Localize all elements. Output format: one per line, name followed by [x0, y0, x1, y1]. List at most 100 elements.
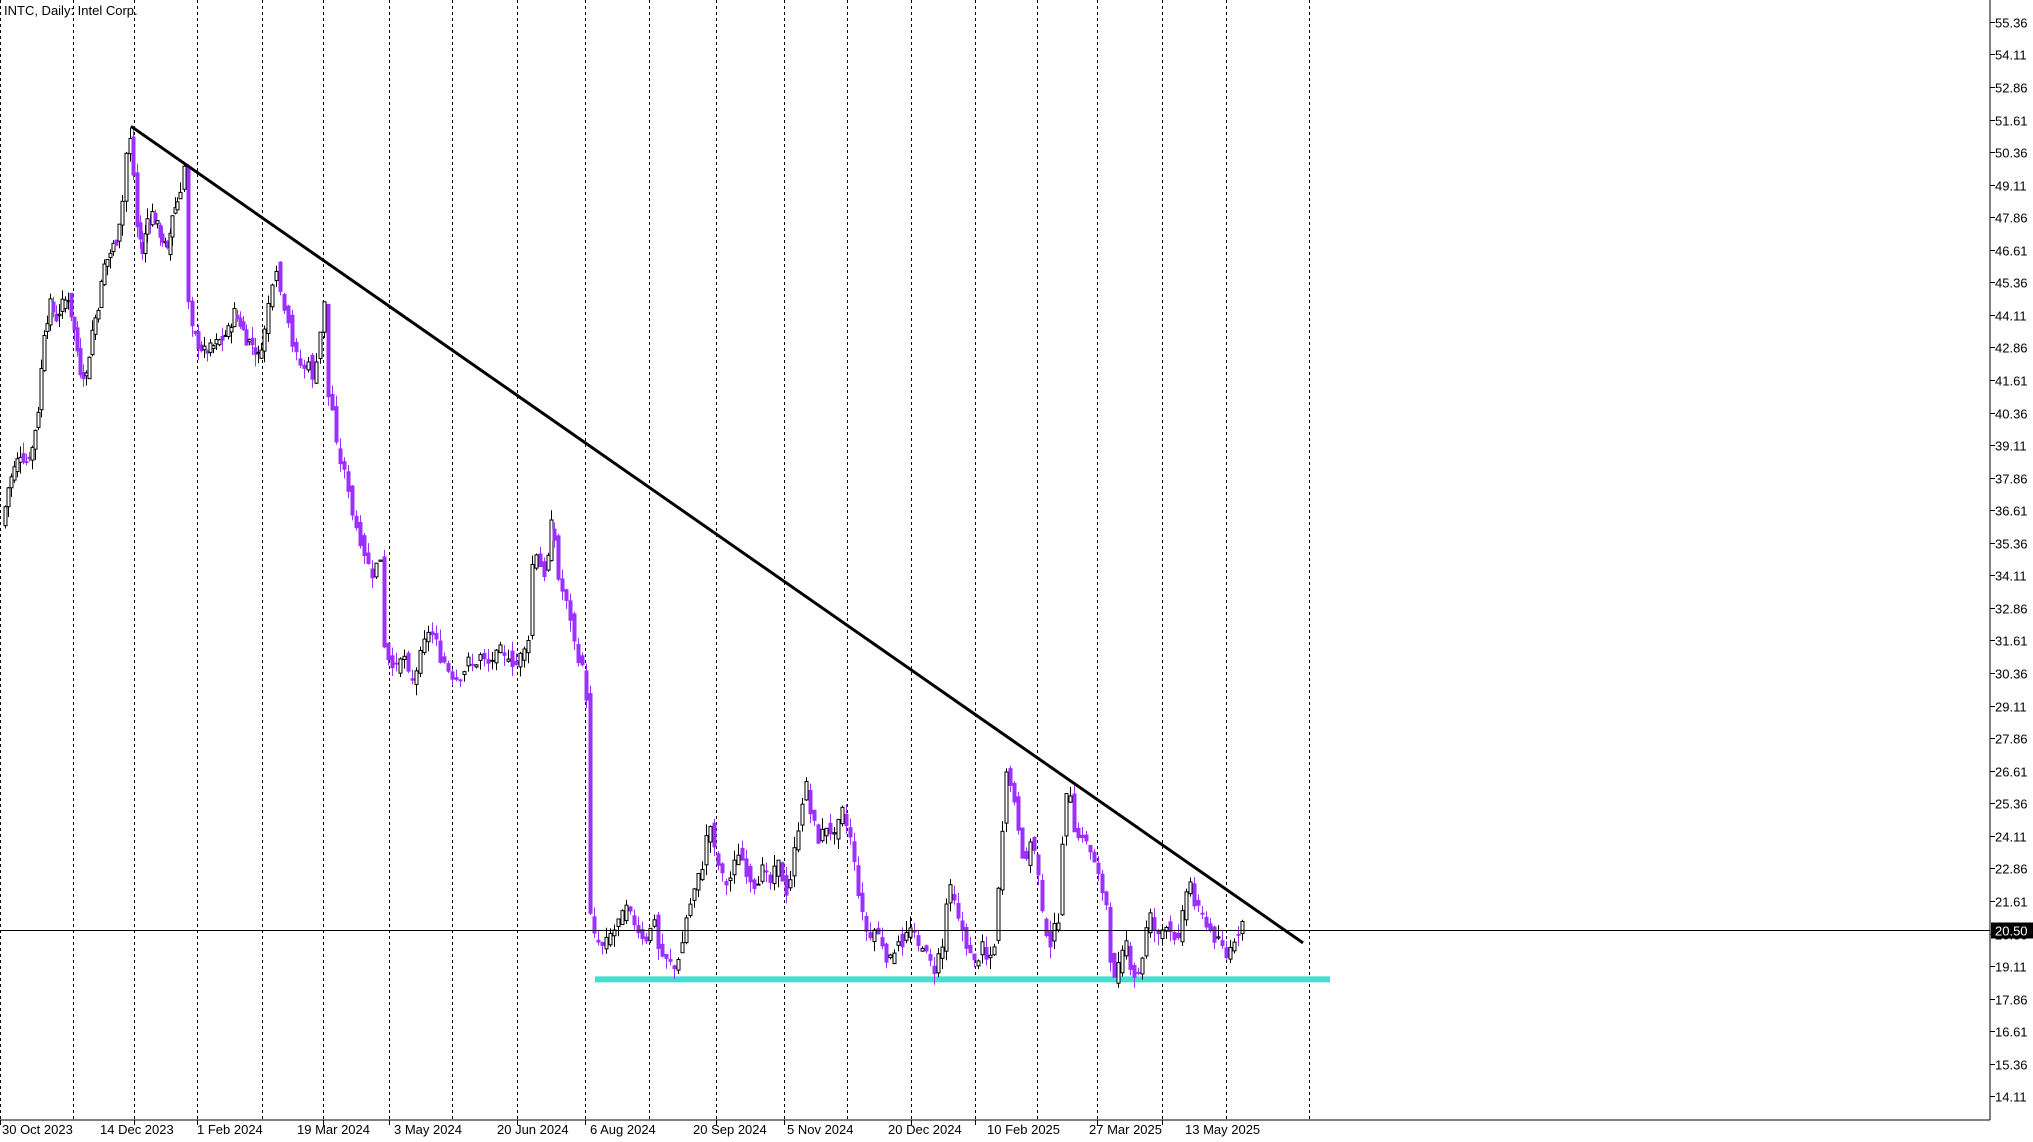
candle-body [446, 663, 451, 672]
candle-body [1048, 931, 1053, 948]
candle-body [135, 172, 140, 228]
candle-body [716, 853, 721, 866]
candle-body [816, 824, 821, 844]
bullish-candle [1060, 836, 1065, 917]
bullish-candle [944, 898, 949, 961]
candle-body [1208, 923, 1213, 930]
y-axis-label: 46.61 [1995, 244, 2028, 259]
candle-body [908, 927, 913, 938]
candle-body [430, 631, 435, 636]
candle-body [342, 461, 347, 470]
candle-body [1100, 873, 1105, 894]
y-axis-label: 34.11 [1995, 569, 2027, 584]
candle-body [560, 578, 565, 592]
candle-body [608, 932, 613, 946]
bullish-candle [3, 505, 8, 529]
candle-body [1028, 841, 1033, 866]
candle-body [724, 881, 729, 886]
candle-body [170, 215, 175, 238]
candle-body [1016, 796, 1021, 831]
candle-body [526, 639, 531, 654]
candle-body [211, 345, 216, 349]
candle-body [760, 864, 765, 882]
candle-body [700, 868, 705, 881]
candle-body [39, 368, 44, 411]
candle-body [868, 932, 873, 939]
x-axis-label: 27 Mar 2025 [1089, 1122, 1162, 1137]
bearish-candle [780, 861, 785, 882]
bullish-candle [620, 909, 625, 926]
candle-body [892, 952, 897, 965]
y-axis-label: 42.86 [1995, 341, 2028, 356]
candle-body [556, 535, 561, 580]
candle-body [660, 943, 665, 957]
candle-body [732, 859, 737, 876]
candle-body [458, 679, 463, 682]
candle-body [1092, 851, 1097, 863]
candle-body [1148, 912, 1153, 934]
candle-body [250, 337, 255, 346]
x-axis-label: 10 Feb 2025 [987, 1122, 1060, 1137]
candle-body [1008, 768, 1013, 786]
x-axis-label: 20 Sep 2024 [693, 1122, 767, 1137]
candle-body [616, 918, 621, 927]
candle-body [78, 348, 83, 376]
candle-body [1120, 949, 1125, 974]
candle-body [796, 830, 801, 851]
candle-body [780, 862, 785, 882]
price-chart[interactable]: 55.36 54.11 52.86 51.61 50.36 49.11 47.86 46.61… [0, 0, 2033, 1137]
candle-body [1212, 926, 1217, 943]
candle-body [506, 658, 511, 662]
candle-body [482, 652, 487, 660]
candle-body [824, 827, 829, 837]
bullish-candle [42, 330, 47, 372]
candle-body [124, 152, 129, 202]
candle-body [580, 655, 585, 666]
candle-body [314, 361, 319, 384]
candle-body [916, 935, 921, 946]
candle-body [278, 261, 283, 292]
candle-body [596, 939, 601, 943]
candle-body [584, 670, 589, 701]
candle-body [720, 863, 725, 874]
y-axis-label: 36.61 [1995, 504, 2028, 519]
candle-body [1160, 929, 1165, 940]
candle-body [330, 393, 335, 411]
candle-body [880, 937, 885, 947]
candle-body [792, 847, 797, 877]
candle-body [36, 411, 41, 428]
candle-body [534, 554, 539, 569]
y-axis-label: 52.86 [1995, 81, 2028, 96]
y-axis-label: 44.11 [1995, 309, 2027, 324]
candle-body [1064, 793, 1069, 837]
bullish-candle [1120, 945, 1125, 977]
candle-body [542, 561, 547, 578]
candle-body [138, 222, 143, 240]
candle-body [772, 865, 777, 885]
candle-body [266, 302, 271, 335]
candle-body [1032, 836, 1037, 851]
candle-body [828, 822, 833, 835]
candle-body [1020, 827, 1025, 859]
y-axis-label: 39.11 [1995, 439, 2027, 454]
y-axis-label: 25.36 [1995, 797, 2028, 812]
candle-body [474, 664, 479, 668]
candle-body [728, 877, 733, 881]
candle-body [386, 643, 391, 661]
candle-body [370, 568, 375, 579]
candle-body [960, 920, 965, 931]
candle-body [1224, 947, 1229, 959]
candle-body [1196, 899, 1201, 906]
y-axis-label: 45.36 [1995, 276, 2028, 291]
candle-body [143, 233, 148, 254]
candle-body [366, 552, 371, 564]
y-axis-label: 24.11 [1995, 830, 2027, 845]
candle-body [160, 233, 165, 243]
candle-body [676, 959, 681, 971]
candle-body [628, 906, 633, 912]
candle-body [588, 693, 593, 914]
candle-body [988, 954, 993, 959]
y-axis-label: 49.11 [1995, 179, 2027, 194]
bearish-candle [1012, 781, 1017, 806]
candle-body [932, 965, 937, 975]
